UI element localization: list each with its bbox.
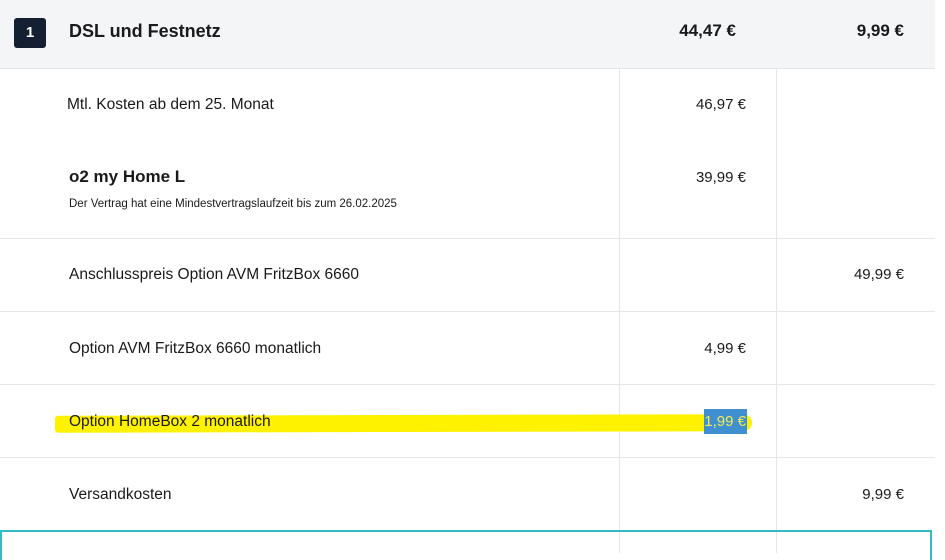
tariff-contract-note: Der Vertrag hat eine Mindestvertragslauf…	[69, 198, 397, 210]
fritzbox-option-label: Option AVM FritzBox 6660 monatlich	[69, 340, 322, 357]
mtl-kosten-label: Mtl. Kosten ab dem 25. Monat	[67, 96, 274, 113]
versandkosten-label: Versandkosten	[69, 486, 172, 503]
row-divider	[0, 384, 935, 385]
fritzbox-monthly-price: 4,99 €	[704, 340, 746, 357]
section-monthly-total: 44,47 €	[679, 21, 736, 40]
section-header: 1 DSL und Festnetz 44,47 € 9,99 €	[0, 0, 935, 69]
tariff-monthly-price: 39,99 €	[695, 169, 746, 186]
section-index-badge: 1	[14, 18, 46, 48]
next-section-container	[0, 530, 932, 560]
homebox-monthly-price: 1,99 €	[704, 413, 746, 430]
section-onetime-total: 9,99 €	[856, 21, 904, 40]
anschlusspreis-label: Anschlusspreis Option AVM FritzBox 6660	[69, 266, 360, 283]
section-title: DSL und Festnetz	[69, 21, 221, 41]
homebox-option-label: Option HomeBox 2 monatlich	[69, 413, 271, 430]
mtl-kosten-monthly-price: 46,97 €	[695, 96, 746, 113]
row-divider	[0, 457, 935, 458]
versandkosten-onetime-price: 9,99 €	[862, 486, 904, 503]
row-divider	[0, 311, 935, 312]
anschlusspreis-onetime-price: 49,99 €	[853, 266, 904, 283]
tariff-name: o2 my Home L	[69, 167, 186, 186]
row-divider	[0, 238, 935, 239]
